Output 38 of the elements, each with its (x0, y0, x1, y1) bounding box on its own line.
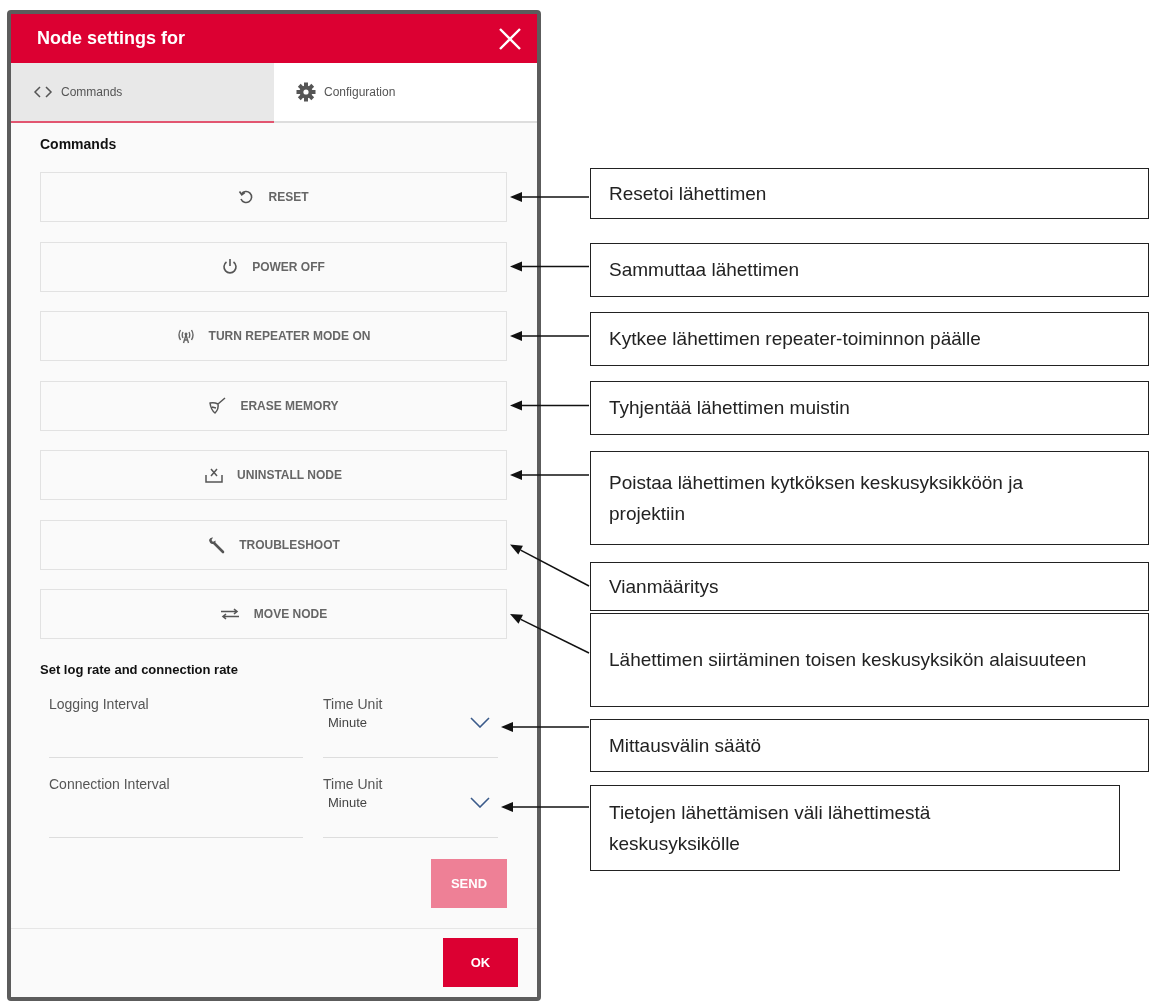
reset-icon (238, 189, 255, 205)
callout-box: Kytkee lähettimen repeater-toiminnon päälle (590, 312, 1149, 366)
command-button[interactable]: RESET (40, 172, 507, 222)
command-button[interactable]: TROUBLESHOOT (40, 519, 507, 570)
command-button[interactable]: UNINSTALL NODE (40, 450, 507, 500)
dropdown-field[interactable]: Time Unit Minute (323, 776, 498, 838)
dialog-title: Node settings for (37, 28, 185, 49)
dropdown-field[interactable]: Time Unit Minute (323, 696, 498, 758)
callout-box: Tietojen lähettämisen väli lähettimestä keskusyksikölle (590, 785, 1120, 871)
command-button[interactable]: ERASE MEMORY (40, 380, 507, 431)
tab[interactable]: Commands (11, 63, 274, 123)
command-button[interactable]: TURN REPEATER MODE ON (40, 311, 507, 361)
wrench-icon (207, 535, 226, 554)
callout-box: Sammuttaa lähettimen (590, 243, 1149, 297)
callout-box: Tyhjentää lähettimen muistin (590, 381, 1149, 435)
callout-box: Lähettimen siirtäminen toisen keskusyksikön alaisuuteen (590, 613, 1149, 707)
section-heading: Set log rate and connection rate (40, 662, 239, 677)
swap-arrows-icon (219, 608, 240, 620)
input-field[interactable]: Logging Interval (49, 696, 303, 758)
power-icon (222, 258, 239, 275)
callout-box: Poistaa lähettimen kytköksen keskusyksikköön ja projektiin (590, 451, 1149, 545)
code-icon (33, 85, 53, 99)
input-field[interactable]: Connection Interval (49, 776, 303, 838)
chevron-icon (470, 717, 490, 728)
section-heading: Commands (40, 136, 118, 152)
antenna-icon (176, 328, 195, 344)
chevron-icon (470, 797, 490, 808)
ok-button[interactable]: OK (443, 938, 518, 987)
command-button[interactable]: POWER OFF (40, 241, 507, 292)
gear-icon (296, 82, 316, 102)
broom-icon (208, 397, 227, 414)
callout-box: Vianmääritys (590, 562, 1149, 611)
command-button[interactable]: MOVE NODE (40, 589, 507, 639)
close-icon[interactable] (497, 25, 523, 52)
tab[interactable]: Configuration (274, 63, 537, 123)
uninstall-icon (205, 467, 224, 483)
callout-box: Resetoi lähettimen (590, 168, 1149, 219)
callout-box: Mittausvälin säätö (590, 719, 1149, 772)
